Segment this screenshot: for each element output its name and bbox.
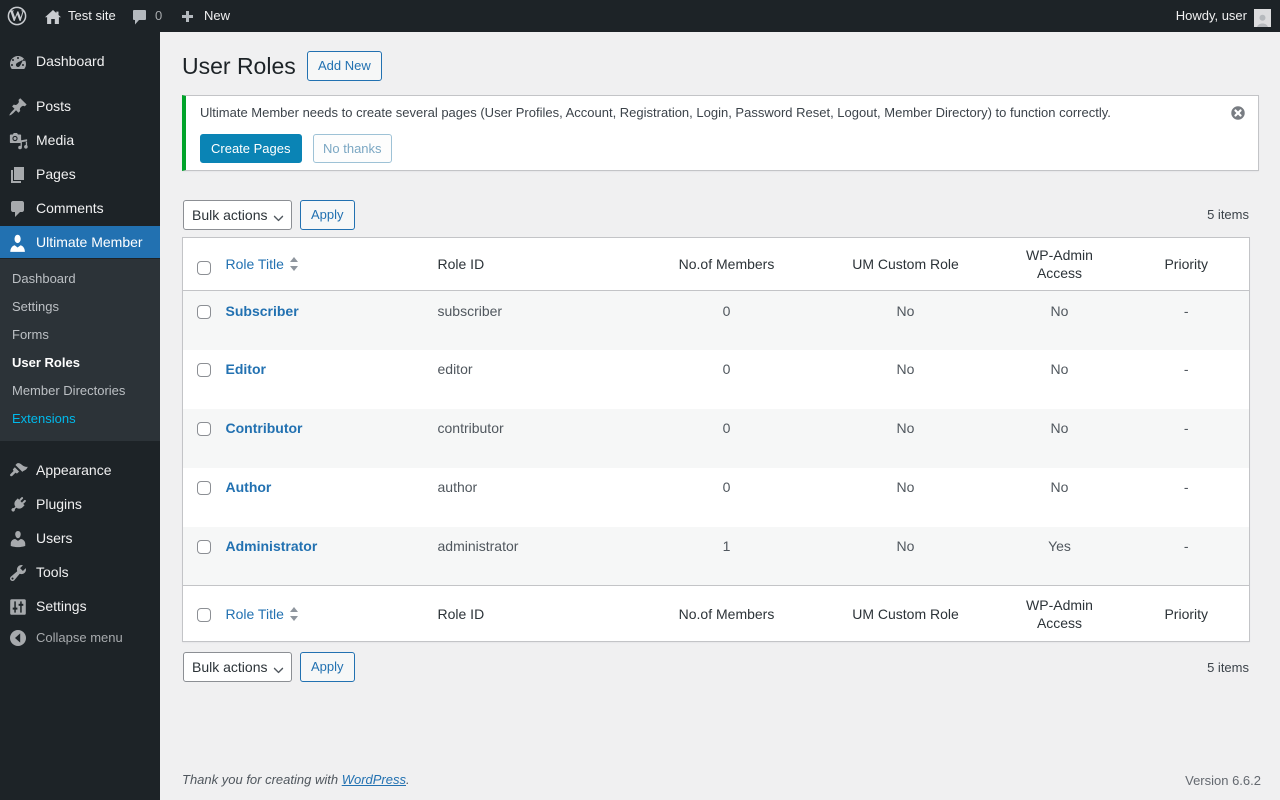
- svg-text:W: W: [9, 8, 25, 25]
